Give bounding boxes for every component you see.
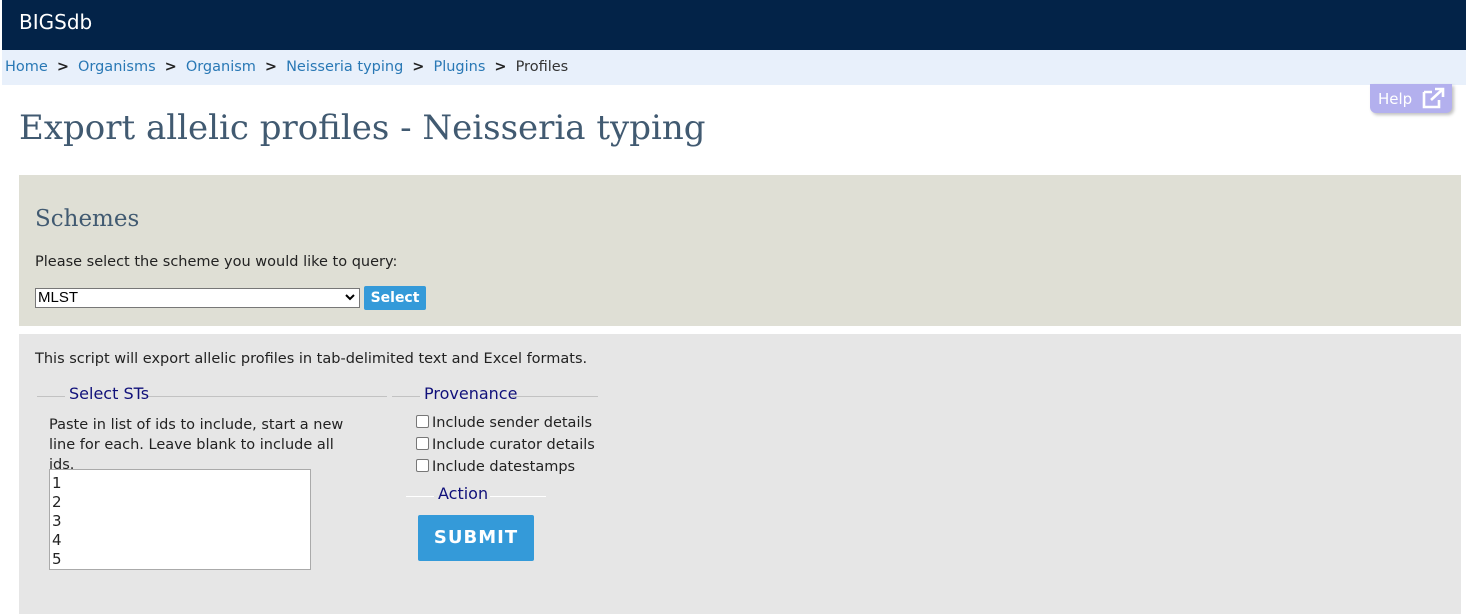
scheme-select[interactable]: MLST	[35, 288, 360, 308]
breadcrumb-separator: >	[494, 59, 507, 75]
fieldset-border	[146, 396, 387, 397]
breadcrumb-separator: >	[412, 59, 425, 75]
breadcrumb-separator: >	[264, 59, 278, 75]
id-entry: 4	[52, 531, 62, 549]
breadcrumb: Home > Organisms > Organism > Neisseria typing…	[2, 50, 1466, 85]
help-button[interactable]: Help	[1370, 84, 1452, 113]
select-sts-legend: Select STs	[69, 384, 150, 403]
id-entry: 1	[52, 474, 62, 492]
breadcrumb-organisms-link[interactable]: Organisms	[78, 59, 156, 75]
export-intro: This script will export allelic profiles…	[35, 351, 588, 367]
include-datestamps-checkbox[interactable]	[416, 459, 429, 472]
include-sender-option[interactable]: Include sender details	[416, 415, 592, 431]
include-curator-option[interactable]: Include curator details	[416, 437, 595, 453]
fieldset-border	[512, 396, 598, 397]
select-button[interactable]: Select	[364, 286, 426, 310]
export-options-panel: This script will export allelic profiles…	[19, 334, 1461, 614]
scheme-selected-value: MLST	[38, 289, 79, 306]
scheme-prompt: Please select the scheme you would like …	[35, 254, 398, 270]
breadcrumb-plugins-link[interactable]: Plugins	[433, 59, 485, 75]
schemes-panel: Schemes Please select the scheme you wou…	[19, 175, 1461, 326]
breadcrumb-neisseria-typing-link[interactable]: Neisseria typing	[286, 59, 403, 75]
site-brand[interactable]: BIGSdb	[19, 10, 92, 34]
include-datestamps-label: Include datestamps	[432, 459, 576, 475]
external-link-icon	[1421, 87, 1447, 113]
breadcrumb-home-link[interactable]: Home	[5, 59, 48, 75]
id-entry: 5	[52, 550, 62, 568]
select-sts-help: Paste in list of ids to include, start a…	[49, 417, 344, 473]
breadcrumb-current: Profiles	[515, 59, 569, 75]
page-title: Export allelic profiles - Neisseria typi…	[19, 108, 706, 148]
include-curator-checkbox[interactable]	[416, 437, 429, 450]
submit-button[interactable]: SUBMIT	[418, 515, 534, 561]
include-curator-label: Include curator details	[432, 437, 595, 453]
top-header: BIGSdb	[2, 0, 1466, 50]
include-sender-checkbox[interactable]	[416, 415, 429, 428]
include-sender-label: Include sender details	[432, 415, 593, 431]
fieldset-border	[406, 496, 434, 497]
ids-textarea[interactable]: 1 2 3 4 5	[49, 469, 311, 570]
schemes-heading: Schemes	[35, 206, 140, 232]
action-legend: Action	[438, 484, 489, 503]
fieldset-border	[392, 396, 420, 397]
fieldset-border	[37, 396, 65, 397]
id-entry: 3	[52, 512, 62, 530]
fieldset-border	[490, 496, 546, 497]
include-datestamps-option[interactable]: Include datestamps	[416, 459, 575, 475]
breadcrumb-separator: >	[56, 59, 69, 75]
breadcrumb-organism-link[interactable]: Organism	[186, 59, 256, 75]
breadcrumb-separator: >	[164, 59, 177, 75]
chevron-down-icon	[344, 289, 356, 310]
provenance-legend: Provenance	[424, 384, 518, 403]
help-label: Help	[1378, 90, 1413, 108]
id-entry: 2	[52, 493, 62, 511]
